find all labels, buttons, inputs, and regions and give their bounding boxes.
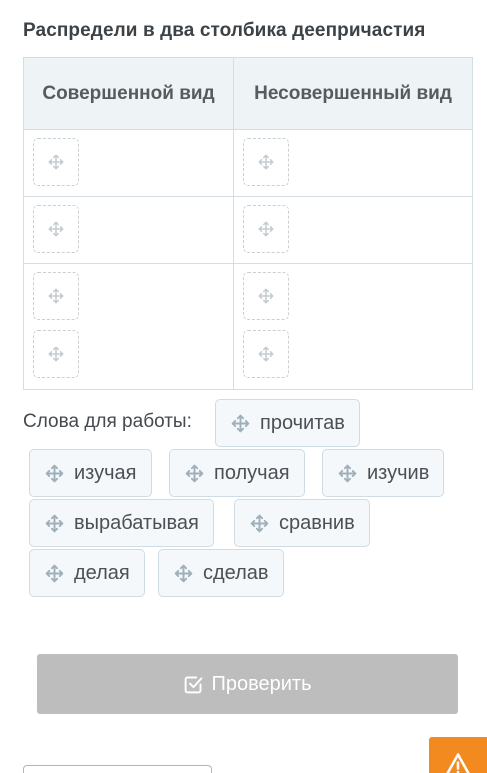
drop-cell-perfective xyxy=(24,264,234,389)
check-button-label: Проверить xyxy=(211,672,312,695)
word-chip-label: изучая xyxy=(74,461,137,484)
move-cross-icon xyxy=(174,564,193,582)
drop-cell-imperfective xyxy=(234,197,472,263)
task-title: Распредели в два столбика деепричастия xyxy=(23,20,426,41)
table-row xyxy=(24,197,472,264)
drop-cell-perfective xyxy=(24,197,234,263)
move-cross-icon xyxy=(258,288,274,304)
drop-slot[interactable] xyxy=(243,272,289,320)
drop-slot[interactable] xyxy=(33,272,79,320)
table-row xyxy=(24,130,472,197)
drop-cell-perfective xyxy=(24,130,234,196)
drop-slot[interactable] xyxy=(33,138,79,186)
word-chip-label: вырабатывая xyxy=(74,511,199,534)
column-header-imperfective: Несовершенный вид xyxy=(254,83,452,104)
move-cross-icon xyxy=(258,346,274,362)
table-header: Совершенной вид Несовершенный вид xyxy=(24,58,472,130)
move-cross-icon xyxy=(48,288,64,304)
word-chip[interactable]: изучив xyxy=(322,449,445,497)
word-chip[interactable]: делая xyxy=(29,549,145,597)
word-chip[interactable]: вырабатывая xyxy=(29,499,214,547)
word-chip[interactable]: сравнив xyxy=(234,499,370,547)
column-header-perfective: Совершенной вид xyxy=(24,58,234,129)
move-cross-icon xyxy=(45,514,64,532)
drop-slot[interactable] xyxy=(243,330,289,378)
check-button[interactable]: Проверить xyxy=(37,654,458,714)
warning-triangle-icon xyxy=(446,753,470,773)
drop-cell-imperfective xyxy=(234,264,472,389)
move-cross-icon xyxy=(45,464,64,482)
move-cross-icon xyxy=(48,221,64,237)
checkbox-check-icon xyxy=(185,676,203,693)
drop-cell-imperfective xyxy=(234,130,472,196)
move-cross-icon xyxy=(45,564,64,582)
secondary-button[interactable] xyxy=(23,765,212,773)
word-chip[interactable]: прочитав xyxy=(215,399,360,447)
table-row xyxy=(24,264,472,389)
move-cross-icon xyxy=(338,464,357,482)
sort-table: Совершенной вид Несовершенный вид xyxy=(23,57,473,390)
word-chip-label: сделав xyxy=(203,561,269,584)
word-chip-label: изучив xyxy=(367,461,430,484)
word-chip-label: сравнив xyxy=(279,511,355,534)
move-cross-icon xyxy=(185,464,204,482)
word-chip-label: прочитав xyxy=(260,411,345,434)
move-cross-icon xyxy=(48,346,64,362)
move-cross-icon xyxy=(48,154,64,170)
word-chip-label: получая xyxy=(214,461,290,484)
drop-slot[interactable] xyxy=(33,330,79,378)
move-cross-icon xyxy=(258,154,274,170)
word-chip[interactable]: получая xyxy=(169,449,305,497)
move-cross-icon xyxy=(231,414,250,432)
drop-slot[interactable] xyxy=(243,205,289,253)
help-button[interactable] xyxy=(429,737,487,773)
word-chip[interactable]: сделав xyxy=(158,549,284,597)
word-chip-label: делая xyxy=(74,561,130,584)
drop-slot[interactable] xyxy=(33,205,79,253)
words-label: Слова для работы: xyxy=(23,411,192,432)
move-cross-icon xyxy=(250,514,269,532)
word-chip[interactable]: изучая xyxy=(29,449,152,497)
drop-slot[interactable] xyxy=(243,138,289,186)
move-cross-icon xyxy=(258,221,274,237)
